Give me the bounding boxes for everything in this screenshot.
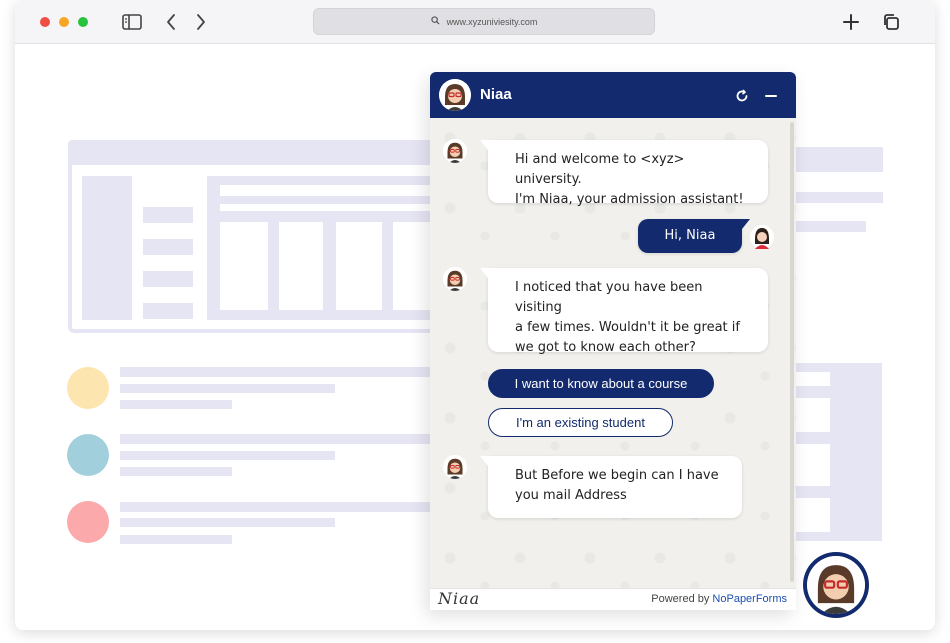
skeleton-gap [220,222,268,310]
minimize-window-button[interactable] [59,17,69,27]
skeleton-gap [336,222,382,310]
skeleton-line [120,400,232,409]
skeleton-line [796,221,866,232]
skeleton-line [796,192,883,203]
quick-reply-existing-student-button[interactable]: I'm an existing student [488,408,673,437]
skeleton-gap [796,372,830,386]
chat-header: Niaa [430,72,796,118]
refresh-icon[interactable] [734,88,750,104]
skeleton-gap [796,498,830,532]
message-text: Hi, Niaa [664,228,716,243]
skeleton-line [143,303,193,319]
address-bar[interactable]: www.xyzuniviesity.com [313,8,655,35]
new-tab-icon[interactable] [841,12,861,32]
bot-avatar [443,139,467,163]
close-window-button[interactable] [40,17,50,27]
skeleton-avatar [67,501,109,543]
skeleton-sidebar [82,176,132,320]
skeleton-avatar [67,367,109,409]
skeleton-gap [220,185,440,196]
launcher-avatar [807,556,865,614]
chat-launcher-button[interactable] [803,552,869,618]
url-text: www.xyzuniviesity.com [446,16,538,27]
message-line: I noticed that you have been visiting [515,280,703,315]
search-icon [430,16,440,27]
tabs-overview-icon[interactable] [881,12,901,32]
bot-message-introduction: I noticed that you have been visiting a … [480,268,768,355]
skeleton-line [120,367,430,377]
quick-reply-course-button[interactable]: I want to know about a course [488,369,714,398]
message-line: Hi and welcome to <xyz> university. [515,152,685,187]
bot-message-welcome: Hi and welcome to <xyz> university. I'm … [480,140,768,207]
user-message: Hi, Niaa [638,219,750,253]
browser-toolbar: www.xyzuniviesity.com [15,0,935,44]
skeleton-line [120,518,335,527]
sidebar-toggle-icon[interactable] [122,12,142,32]
chat-footer: Niaa Powered by NoPaperForms [430,588,796,610]
niaa-signature-logo: Niaa [438,589,481,608]
powered-by-brand-link[interactable]: NoPaperForms [712,593,787,605]
chat-scrollbar[interactable] [790,122,794,582]
bot-message-email-request: But Before we begin can I have you mail … [480,456,742,518]
bot-avatar [443,267,467,291]
user-avatar [750,225,774,249]
skeleton-gap [796,398,830,432]
skeleton-line [143,239,193,255]
agent-name: Niaa [480,86,512,103]
bot-avatar [443,455,467,479]
skeleton-line [120,384,335,393]
skeleton-line [143,207,193,223]
maximize-window-button[interactable] [78,17,88,27]
skeleton-line [120,434,430,444]
message-line: But Before we begin can I have [515,468,719,483]
skeleton-block [796,147,883,172]
message-line: I'm Niaa, your admission assistant! [515,192,744,207]
skeleton-line [143,271,193,287]
minimize-icon[interactable] [763,88,779,104]
powered-by-prefix: Powered by [651,593,710,605]
back-icon[interactable] [161,12,181,32]
message-line: a few times. Wouldn't it be great if [515,320,740,335]
skeleton-line [120,502,430,512]
message-line: you mail Address [515,488,627,503]
skeleton-line [120,535,232,544]
skeleton-gap [796,444,830,486]
skeleton-gap [279,222,323,310]
skeleton-avatar [67,434,109,476]
skeleton-gap [220,204,440,211]
powered-by-text: Powered by NoPaperForms [651,593,787,605]
forward-icon[interactable] [191,12,211,32]
agent-avatar [439,79,471,111]
skeleton-line [120,451,335,460]
skeleton-line [120,467,232,476]
message-line: we got to know each other? [515,340,696,355]
skeleton-card-header [68,140,440,165]
